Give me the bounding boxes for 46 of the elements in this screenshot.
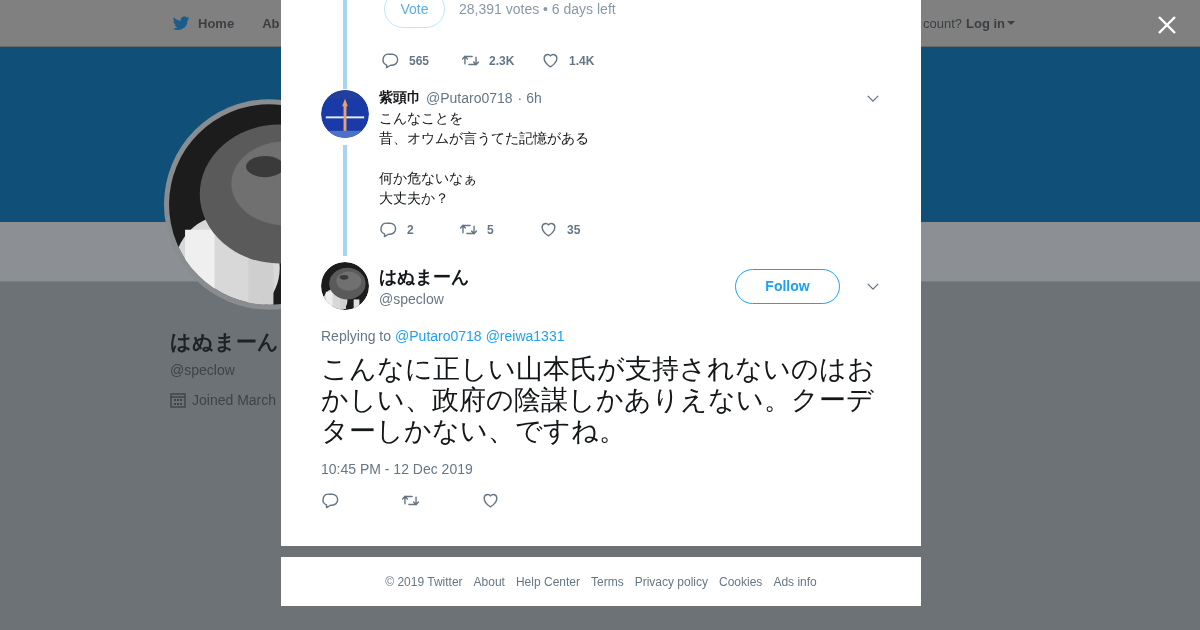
caret-icon [1007,21,1015,25]
mention-link[interactable]: @Putaro0718 [395,328,482,344]
user-name: はぬまーん [379,266,470,289]
footer-link[interactable]: About [473,574,505,589]
heart-icon[interactable] [481,491,500,510]
calendar-icon [170,392,186,408]
tweet-text-line: 大丈夫か？ [379,189,450,208]
reply-icon[interactable] [381,51,400,70]
close-icon[interactable] [1156,14,1178,36]
count: 2.3K [489,53,515,68]
chevron-icon[interactable] [866,281,880,291]
count: 2 [407,222,414,237]
footer-link[interactable]: © 2019 Twitter [385,574,463,589]
poll-summary: 28,391 votes • 6 days left [459,1,616,17]
chevron-icon[interactable] [866,93,880,103]
nav-link[interactable]: Home [171,14,235,32]
bird-icon [171,14,191,32]
heart-icon[interactable] [541,51,560,70]
nav-link[interactable]: Ab [262,15,280,31]
mention-link[interactable]: @reiwa1331 [485,328,565,344]
tweet-text-line: こんなことを [379,109,464,128]
count: 1.4K [569,53,595,68]
footer-link[interactable]: Cookies [719,574,763,589]
reply-icon[interactable] [321,491,340,510]
reply-icon[interactable] [379,220,398,239]
footer-link[interactable]: Help Center [515,574,580,589]
tweet-text-line: 昔、オウムが言うてた記憶がある [379,129,589,148]
user-handle: @Putaro0718 [426,90,513,106]
footer-link[interactable]: Ads info [773,574,817,589]
login-link[interactable]: Log in [966,15,1015,31]
user-name: 紫頭巾 [379,89,421,107]
footer-link[interactable]: Terms [591,574,624,589]
footer-link[interactable]: Privacy policy [634,574,708,589]
profile-name: はぬまーん [170,329,279,355]
replying-label: Replying to [321,328,392,344]
count: 5 [487,222,494,237]
tweet-text: こんなに正しい山本氏が支持されないのはおかしい、政府の陰謀しかありえない。クーデターしかない、ですね。 [321,354,876,447]
tweet-timestamp: 10:45 PM - 12 Dec 2019 [321,461,474,477]
account-prompt: count? [922,15,962,31]
user-handle: @speclow [379,291,445,307]
count: 35 [567,222,581,237]
follow-button[interactable]: Follow [735,268,840,304]
tweet-time: · 6h [517,90,542,106]
count: 565 [409,53,430,68]
heart-icon[interactable] [539,220,558,239]
tweet-text-line: 何か危ないなぁ [379,169,477,188]
